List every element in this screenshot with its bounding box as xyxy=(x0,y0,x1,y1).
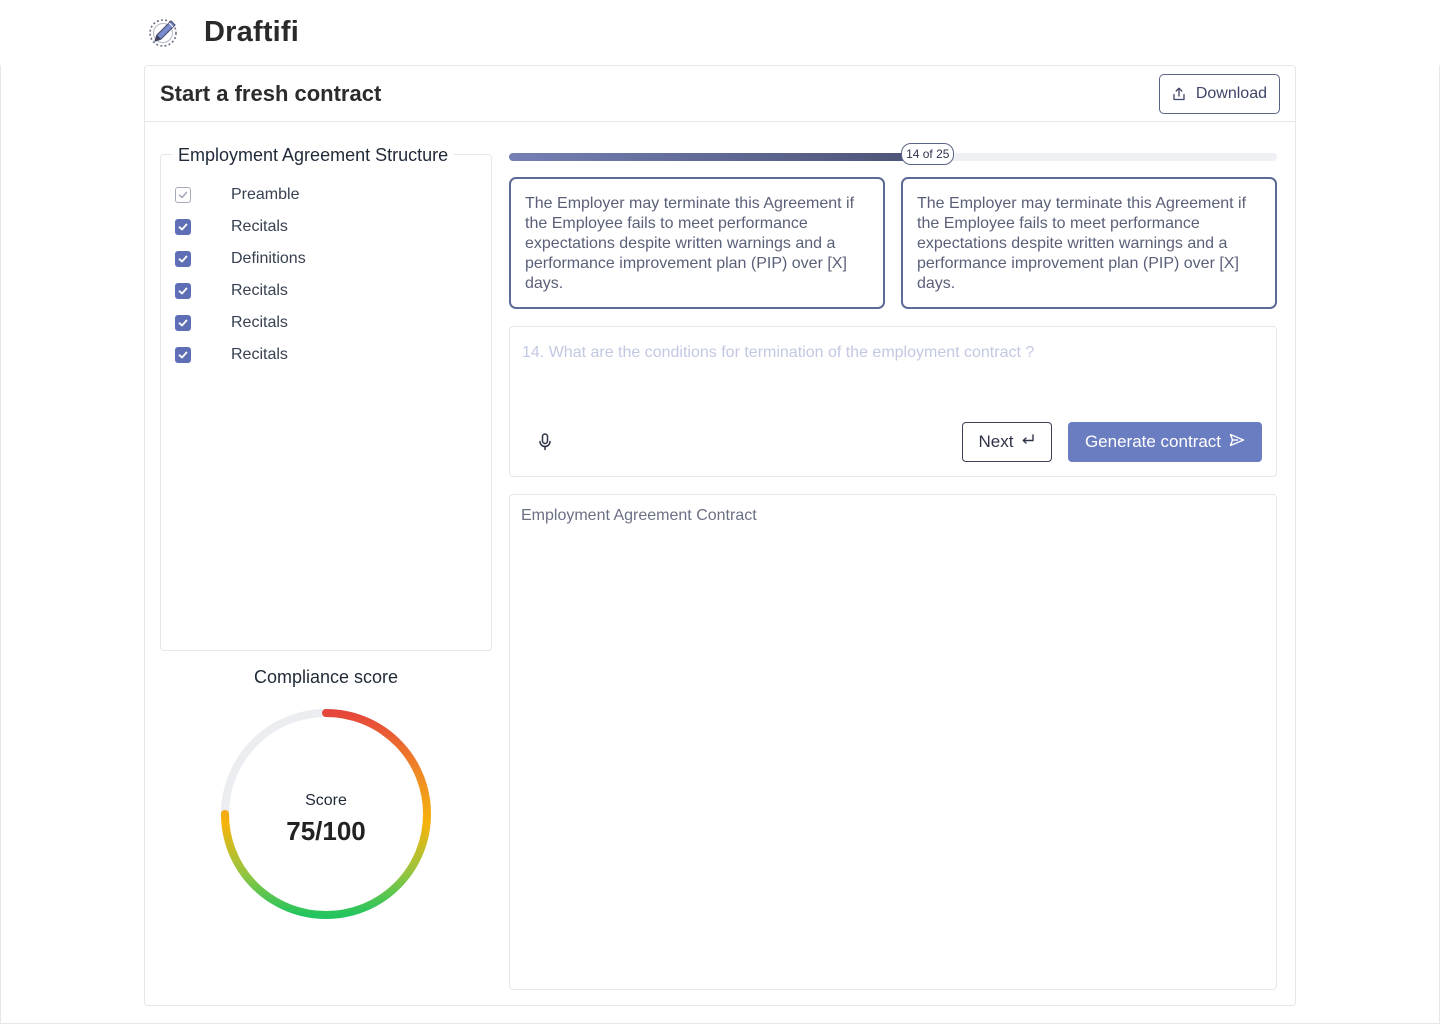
checkbox-checked[interactable] xyxy=(175,347,191,363)
contract-card: Start a fresh contract Download Employme… xyxy=(144,65,1296,1006)
suggestion-card[interactable]: The Employer may terminate this Agreemen… xyxy=(509,177,885,309)
suggestion-card[interactable]: The Employer may terminate this Agreemen… xyxy=(901,177,1277,309)
upload-share-icon xyxy=(1172,87,1186,101)
structure-item-recitals[interactable]: Recitals xyxy=(175,211,306,243)
card-header: Start a fresh contract Download xyxy=(145,66,1295,122)
enter-return-icon xyxy=(1021,432,1035,452)
question-progress-bar: 14 of 25 xyxy=(509,143,1277,165)
structure-list: Preamble Recitals Definitions Recitals R… xyxy=(175,179,306,371)
structure-item-label: Recitals xyxy=(231,314,288,331)
compliance-gauge: Score 75/100 xyxy=(218,706,434,922)
download-label: Download xyxy=(1195,84,1267,102)
next-button[interactable]: Next xyxy=(962,422,1052,462)
structure-item-label: Preamble xyxy=(231,186,300,203)
structure-item-label: Recitals xyxy=(231,346,288,363)
question-box: Next Generate contract xyxy=(509,326,1277,477)
contract-title: Employment Agreement Contract xyxy=(521,507,757,524)
page-title: Start a fresh contract xyxy=(160,80,382,106)
generate-contract-button[interactable]: Generate contract xyxy=(1068,422,1262,462)
checkbox-checked[interactable] xyxy=(175,315,191,331)
next-label: Next xyxy=(978,432,1014,451)
download-button[interactable]: Download xyxy=(1158,73,1280,114)
pen-logo-icon xyxy=(146,14,182,50)
checkbox-checked[interactable] xyxy=(175,283,191,299)
structure-item-recitals[interactable]: Recitals xyxy=(175,339,306,371)
answer-input[interactable] xyxy=(522,341,1262,365)
contract-preview: Employment Agreement Contract xyxy=(509,494,1277,990)
structure-item-preamble[interactable]: Preamble xyxy=(175,179,306,211)
structure-item-definitions[interactable]: Definitions xyxy=(175,243,306,275)
app-header: Draftifi xyxy=(146,12,299,52)
structure-item-recitals[interactable]: Recitals xyxy=(175,307,306,339)
app-title: Draftifi xyxy=(204,15,300,48)
structure-item-label: Recitals xyxy=(231,218,288,235)
checkbox-checked-outline[interactable] xyxy=(175,187,191,203)
checkbox-checked[interactable] xyxy=(175,251,191,267)
generate-label: Generate contract xyxy=(1084,432,1222,451)
structure-title: Employment Agreement Structure xyxy=(172,145,455,166)
send-icon xyxy=(1229,432,1245,452)
score-label: Score xyxy=(305,792,347,809)
score-value: 75/100 xyxy=(286,816,366,846)
structure-item-label: Recitals xyxy=(231,282,288,299)
progress-badge: 14 of 25 xyxy=(901,143,955,165)
structure-panel: Employment Agreement Structure Preamble … xyxy=(160,145,492,651)
compliance-title: Compliance score xyxy=(253,667,399,687)
progress-fill xyxy=(509,153,928,161)
structure-item-recitals[interactable]: Recitals xyxy=(175,275,306,307)
checkbox-checked[interactable] xyxy=(175,219,191,235)
structure-item-label: Definitions xyxy=(231,250,306,267)
microphone-icon[interactable] xyxy=(536,431,554,453)
